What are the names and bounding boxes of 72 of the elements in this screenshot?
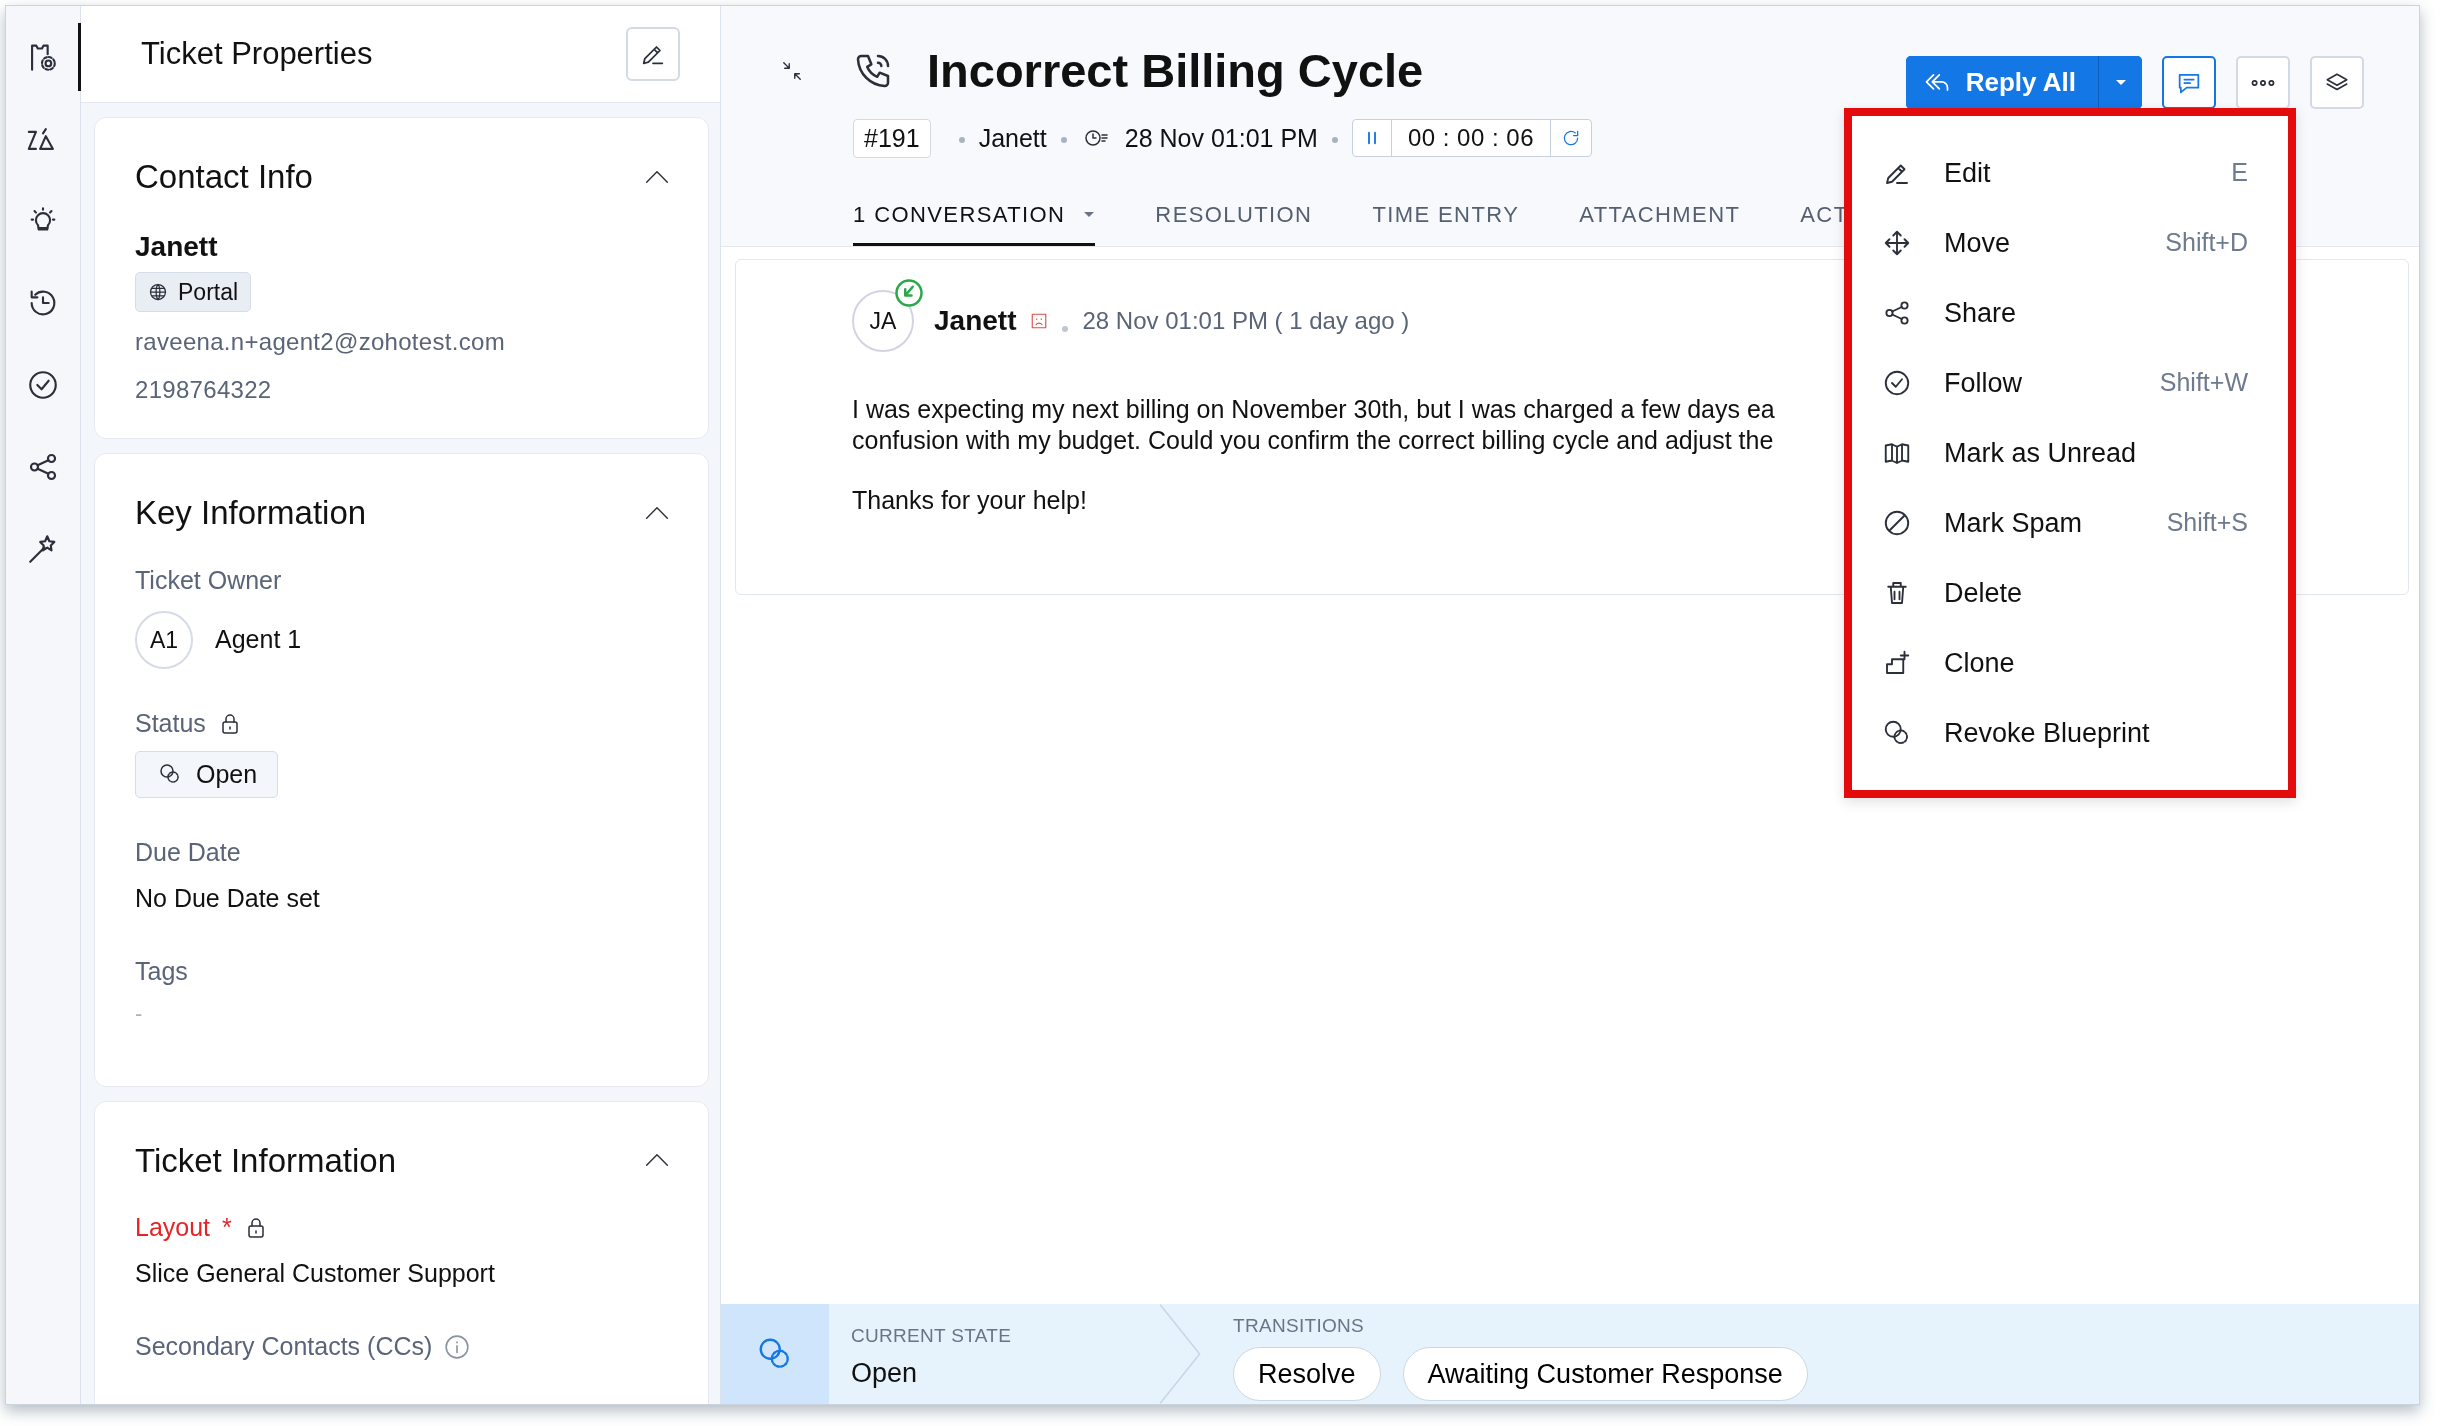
channel-tag: Portal xyxy=(135,271,252,312)
tab[interactable]: RESOLUTION xyxy=(1155,192,1313,246)
field-label: Due Date xyxy=(135,837,241,868)
section-title: Contact Info xyxy=(135,157,313,197)
ticket-title: Incorrect Billing Cycle xyxy=(927,43,1424,99)
comment-button[interactable] xyxy=(2162,56,2216,109)
caret-down-icon xyxy=(2114,79,2127,86)
menu-item[interactable]: Follow Shift+W xyxy=(1882,348,2260,418)
dot-separator xyxy=(1060,136,1067,143)
check-circle-icon xyxy=(26,368,60,402)
contact-email: raveena.n+agent2@zohotest.com xyxy=(135,327,506,357)
menu-item[interactable]: Delete xyxy=(1882,558,2260,628)
field-label: Ticket Owner xyxy=(135,564,282,596)
message-time: 28 Nov 01:01 PM ( 1 day ago ) xyxy=(1082,306,1410,336)
chevron-up-icon[interactable] xyxy=(644,168,670,185)
menu-item[interactable]: Move Shift+D xyxy=(1882,208,2260,278)
prohibited-icon xyxy=(1882,508,1912,538)
sad-face-icon xyxy=(1030,312,1049,330)
collapse-icon[interactable] xyxy=(781,60,803,83)
transition-button[interactable]: Awaiting Customer Response xyxy=(1402,1346,1808,1401)
move-icon xyxy=(1882,228,1912,258)
dot-separator xyxy=(1062,325,1069,332)
chevron-up-icon[interactable] xyxy=(644,504,670,521)
current-state: Open xyxy=(851,1356,919,1390)
layers-button[interactable] xyxy=(2310,56,2364,109)
timer-control[interactable]: 00 : 00 : 06 xyxy=(1351,119,1592,158)
field-value: Slice General Customer Support xyxy=(135,1257,496,1289)
globe-icon xyxy=(148,281,168,302)
dot-separator xyxy=(958,136,965,143)
chevron-up-icon[interactable] xyxy=(644,1152,670,1169)
dot-separator xyxy=(1331,136,1338,143)
menu-item[interactable]: Mark Spam Shift+S xyxy=(1882,488,2260,558)
field-label: Status xyxy=(135,708,206,739)
tab[interactable]: ATTACHMENT xyxy=(1579,192,1741,246)
empty-value: - xyxy=(135,999,144,1028)
avatar-circle: A1 xyxy=(135,611,193,669)
transition-button[interactable]: Resolve xyxy=(1233,1346,1381,1401)
check-circle-icon xyxy=(1882,368,1912,398)
required-mark: * xyxy=(222,1212,232,1243)
ticket-number: #191 xyxy=(853,118,931,158)
menu-item[interactable]: Mark as Unread xyxy=(1882,418,2260,488)
author-name: Janett xyxy=(934,304,1017,338)
message-closing: Thanks for your help! xyxy=(852,485,1087,516)
field-value: No Due Date set xyxy=(135,882,321,914)
message-line: I was expecting my next billing on November 30th, but I was charged a few days ea xyxy=(852,394,1775,425)
menu-item[interactable]: Share xyxy=(1882,278,2260,348)
more-icon xyxy=(2251,79,2275,86)
section-title: Ticket Information xyxy=(135,1140,397,1181)
tab[interactable]: TIME ENTRY xyxy=(1372,192,1520,246)
owner-name: Agent 1 xyxy=(215,624,302,656)
menu-item[interactable]: Clone xyxy=(1882,628,2260,698)
info-icon xyxy=(444,1333,471,1360)
field-label: Tags xyxy=(135,956,188,987)
tab[interactable]: 1 CONVERSATION xyxy=(853,192,1096,246)
contact-name: Janett xyxy=(135,229,219,264)
panel-title: Ticket Properties xyxy=(141,34,373,73)
more-button[interactable] xyxy=(2236,56,2290,109)
created-time: 28 Nov 01:01 PM xyxy=(1124,122,1318,154)
field-label: Layout xyxy=(135,1212,211,1243)
caption: CURRENT STATE xyxy=(851,1324,1013,1348)
contact-name: Janett xyxy=(978,122,1047,154)
tab[interactable]: ACT xyxy=(1800,192,1849,246)
edit-button[interactable] xyxy=(626,27,680,81)
field-label: Secondary Contacts (CCs) xyxy=(135,1331,433,1362)
caption: TRANSITIONS xyxy=(1233,1314,1366,1338)
menu-item[interactable]: Revoke Blueprint xyxy=(1882,698,2260,768)
section-title: Key Information xyxy=(135,493,367,533)
incoming-badge-icon xyxy=(894,278,924,308)
menu-item[interactable]: Edit E xyxy=(1882,138,2260,208)
message-line: confusion with my budget. Could you confirm the correct billing cycle and adjust the xyxy=(852,425,1774,456)
contact-phone: 2198764322 xyxy=(135,375,273,405)
status-tag: Open xyxy=(135,750,279,798)
